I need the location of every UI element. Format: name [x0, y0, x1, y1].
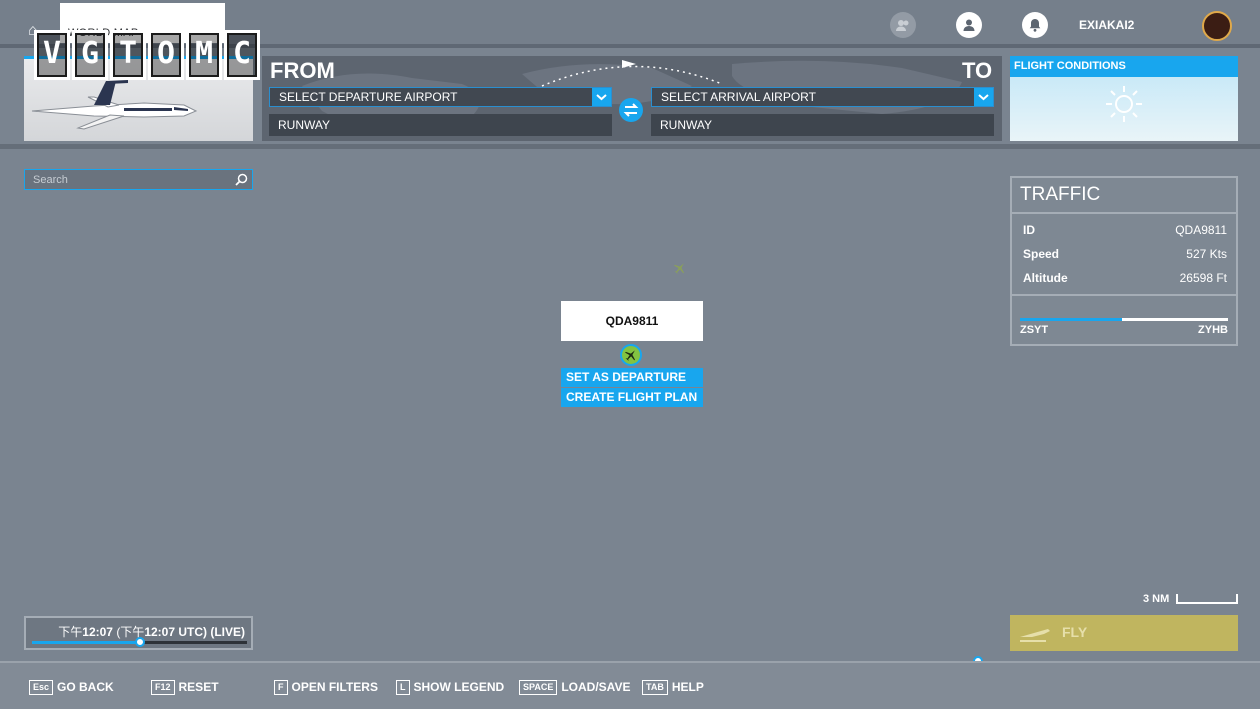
key-hint: TAB	[642, 680, 668, 695]
aircraft-context-menu: SET AS DEPARTURE CREATE FLIGHT PLAN	[561, 368, 703, 408]
from-label: FROM	[270, 58, 335, 83]
search-icon[interactable]	[235, 173, 248, 186]
key-hint: Esc	[29, 680, 54, 695]
traffic-title: TRAFFIC	[1020, 184, 1101, 205]
footer-label: LOAD/SAVE	[561, 680, 631, 694]
footer-label: GO BACK	[57, 680, 114, 694]
traffic-value: QDA9811	[1175, 223, 1227, 237]
open-filters-button[interactable]: F OPEN FILTERS	[274, 680, 378, 695]
divider	[1012, 294, 1236, 296]
create-flight-plan-button[interactable]: CREATE FLIGHT PLAN	[561, 388, 703, 407]
departure-airport-label: SELECT DEPARTURE AIRPORT	[279, 90, 458, 104]
key-hint: SPACE	[519, 680, 558, 695]
traffic-value: 26598 Ft	[1179, 271, 1227, 285]
map-scale-label: 3 NM	[1143, 593, 1170, 605]
footer-label: SHOW LEGEND	[413, 680, 505, 694]
traffic-row-altitude: Altitude 26598 Ft	[1023, 271, 1227, 289]
time-slider-handle[interactable]	[134, 637, 145, 647]
show-legend-button[interactable]: L SHOW LEGEND	[396, 680, 504, 695]
traffic-key: Speed	[1023, 247, 1060, 261]
fly-label: FLY	[1062, 624, 1088, 640]
flight-progress-fill	[1020, 318, 1122, 321]
search-input[interactable]	[25, 170, 230, 189]
takeoff-icon	[1020, 629, 1050, 642]
flight-conditions-title: FLIGHT CONDITIONS	[1010, 56, 1238, 77]
set-as-departure-button[interactable]: SET AS DEPARTURE	[561, 368, 703, 387]
selected-aircraft-marker[interactable]	[620, 344, 642, 366]
flight-conditions-panel[interactable]: FLIGHT CONDITIONS	[1010, 56, 1238, 141]
chevron-down-icon[interactable]	[592, 88, 611, 106]
traffic-row-speed: Speed 527 Kts	[1023, 247, 1227, 265]
footer-label: RESET	[178, 680, 219, 694]
fly-button[interactable]: FLY	[1010, 615, 1238, 651]
to-label: TO	[962, 58, 993, 83]
swap-airports-button[interactable]	[619, 98, 643, 122]
footer-label: HELP	[671, 680, 704, 694]
traffic-key: ID	[1023, 223, 1035, 237]
key-hint: F12	[151, 680, 175, 695]
sun-icon	[1106, 86, 1142, 122]
go-back-button[interactable]: Esc GO BACK	[29, 680, 114, 695]
airplane-icon	[625, 350, 635, 361]
avatar[interactable]	[1202, 11, 1232, 41]
traffic-row-id: ID QDA9811	[1023, 223, 1227, 241]
key-hint: L	[396, 680, 410, 695]
arrival-runway-select[interactable]: RUNWAY	[651, 114, 994, 136]
footer-label: OPEN FILTERS	[291, 680, 378, 694]
footer-bar: Esc GO BACK F12 RESET F OPEN FILTERS L SHOW …	[0, 661, 1260, 709]
origin-code: ZSYT	[1020, 324, 1049, 336]
departure-airport-select[interactable]: SELECT DEPARTURE AIRPORT	[269, 87, 612, 107]
watermark-logo: VGTOMC	[34, 30, 260, 80]
traffic-key: Altitude	[1023, 271, 1068, 285]
reset-button[interactable]: F12 RESET	[151, 680, 219, 695]
key-hint: F	[274, 680, 288, 695]
time-slider[interactable]	[32, 637, 247, 647]
traffic-value: 527 Kts	[1186, 247, 1227, 261]
arrival-airport-select[interactable]: SELECT ARRIVAL AIRPORT	[651, 87, 994, 107]
divider	[1012, 212, 1236, 214]
time-prefix: 下午	[58, 625, 83, 639]
traffic-panel: TRAFFIC ID QDA9811 Speed 527 Kts Altitud…	[1010, 176, 1238, 346]
search-box[interactable]	[24, 169, 253, 190]
swap-icon	[623, 103, 639, 117]
flight-progress-bar	[1020, 318, 1228, 321]
profile-icon[interactable]	[956, 12, 982, 38]
load-save-button[interactable]: SPACE LOAD/SAVE	[519, 680, 630, 695]
help-button[interactable]: TAB HELP	[642, 680, 704, 695]
chevron-down-icon[interactable]	[974, 88, 993, 106]
destination-code: ZYHB	[1198, 324, 1228, 336]
aircraft-callsign-label: QDA9811	[561, 301, 703, 341]
map-scale-bar	[1176, 594, 1238, 604]
traffic-aircraft-icon[interactable]	[673, 261, 687, 275]
friends-icon[interactable]	[890, 12, 916, 38]
header-divider	[0, 144, 1260, 149]
notification-bell-icon[interactable]	[1022, 12, 1048, 38]
departure-runway-select[interactable]: RUNWAY	[269, 114, 612, 136]
local-time: 12:07	[82, 625, 113, 639]
username[interactable]: EXIAKAI2	[1079, 18, 1134, 32]
arrival-airport-label: SELECT ARRIVAL AIRPORT	[661, 90, 816, 104]
time-of-day-panel: 下午12:07 (下午12:07 UTC) (LIVE)	[24, 616, 253, 650]
time-slider-fill	[32, 641, 140, 644]
utc-time: 12:07 UTC) (LIVE)	[144, 625, 245, 639]
